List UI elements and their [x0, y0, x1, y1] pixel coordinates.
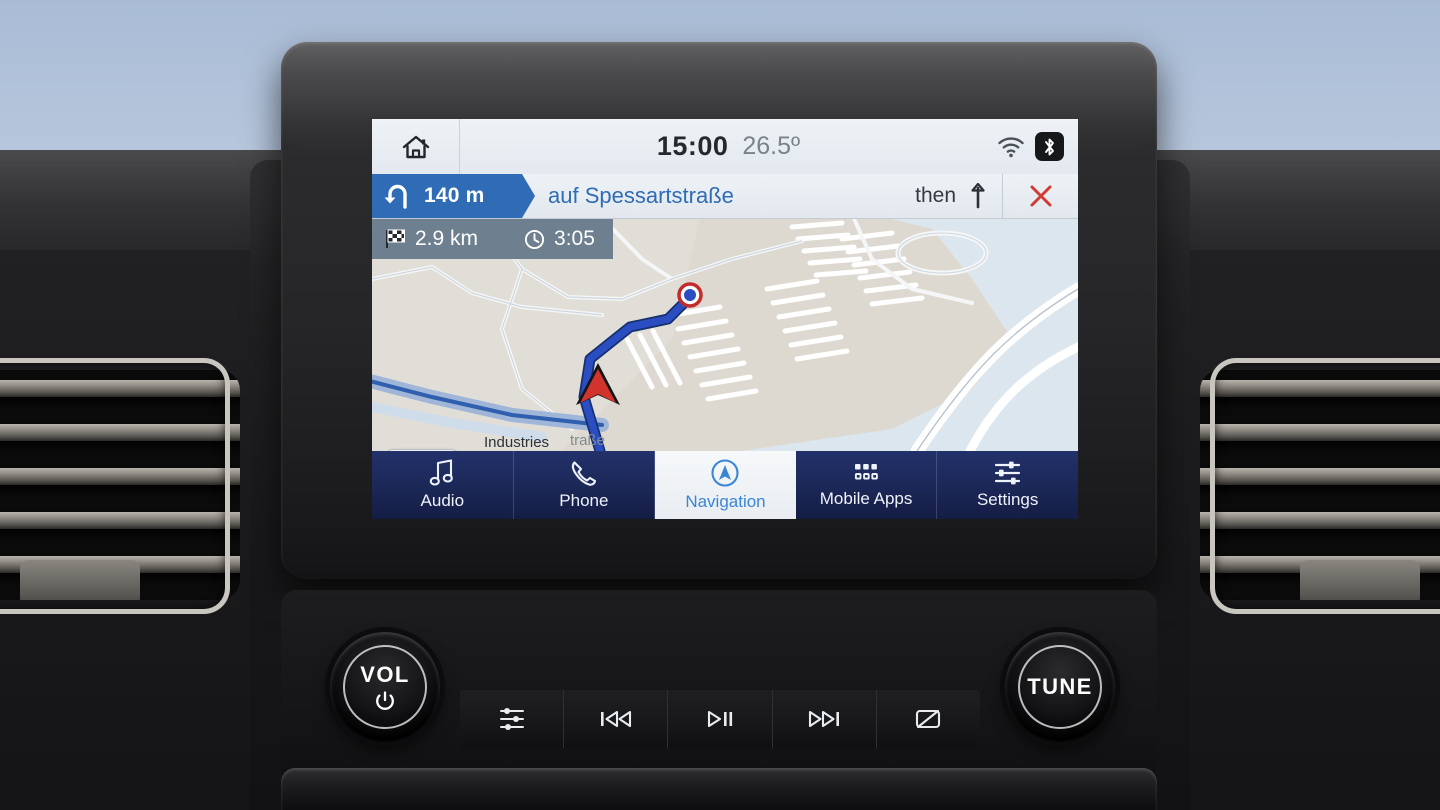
remaining-time-item: 3:05 [524, 227, 595, 251]
close-x-icon [1030, 185, 1051, 207]
previous-track-icon [600, 710, 631, 728]
remaining-distance-item: 2.9 km [384, 227, 478, 251]
music-note-icon [430, 459, 454, 486]
checkered-flag-icon [386, 229, 405, 248]
tab-mobile-apps-label: Mobile Apps [819, 489, 913, 508]
dismiss-navigation-button[interactable] [1002, 174, 1078, 218]
straight-ahead-arrow-icon [971, 183, 985, 209]
next-track-icon [809, 710, 840, 728]
sound-settings-button[interactable] [460, 690, 565, 748]
previous-track-button[interactable] [564, 690, 669, 748]
air-vent-left [0, 370, 240, 600]
status-center: 15:00 26.5º [460, 131, 997, 162]
maneuver-distance: 140 m [424, 184, 485, 207]
map-view[interactable]: Industries traße 2.9 km 3:05 [372, 219, 1078, 451]
tune-knob-label: TUNE [1027, 674, 1093, 699]
home-button[interactable] [372, 119, 460, 174]
navigation-compass-icon [711, 459, 740, 487]
volume-knob-label: VOL [360, 662, 410, 687]
maneuver-street-text: auf Spessartstraße [548, 183, 734, 208]
air-vent-right [1200, 370, 1440, 600]
play-pause-icon [707, 710, 733, 728]
temperature-text: 26.5º [742, 132, 801, 160]
tab-phone[interactable]: Phone [514, 451, 656, 519]
tab-navigation-label: Navigation [685, 492, 766, 511]
infotainment-screen[interactable]: 15:00 26.5º 140 m auf Spessartstraße the… [372, 119, 1078, 519]
then-label: then [915, 184, 956, 207]
then-preview: then [915, 174, 1002, 218]
sharp-left-turn-arrow-icon [372, 181, 424, 211]
lower-dashboard-trim [281, 768, 1157, 810]
clock-icon [524, 229, 545, 249]
remaining-distance-text: 2.9 km [415, 227, 479, 250]
app-grid-icon [855, 464, 878, 480]
car-interior-scene: 15:00 26.5º 140 m auf Spessartstraße the… [0, 0, 1440, 810]
next-track-button[interactable] [772, 690, 877, 748]
bluetooth-icon [1045, 138, 1054, 155]
eq-sliders-icon [499, 708, 524, 730]
sliders-icon [994, 461, 1020, 485]
remaining-time-text: 3:05 [554, 227, 595, 250]
bluetooth-badge [1035, 132, 1064, 161]
tab-mobile-apps[interactable]: Mobile Apps [796, 451, 938, 519]
volume-knob[interactable]: VOL [325, 627, 445, 747]
tab-phone-label: Phone [559, 491, 609, 510]
status-indicators [997, 132, 1078, 161]
svg-text:traße: traße [570, 432, 605, 449]
display-off-button[interactable] [876, 690, 980, 748]
home-icon [402, 135, 429, 158]
phone-handset-icon [571, 461, 596, 486]
eta-chip: 2.9 km 3:05 [372, 219, 613, 259]
maneuver-block: 140 m [372, 174, 535, 218]
clock-text: 15:00 [656, 131, 729, 161]
tab-audio[interactable]: Audio [372, 451, 514, 519]
hardware-button-row [460, 690, 980, 748]
tab-navigation[interactable]: Navigation [655, 451, 796, 519]
wifi-icon [998, 136, 1024, 157]
play-pause-button[interactable] [668, 690, 773, 748]
tab-settings[interactable]: Settings [937, 451, 1078, 519]
main-tab-bar: Audio Phone Navigation Mobile Apps Setti… [372, 451, 1078, 519]
status-bar: 15:00 26.5º [372, 119, 1078, 174]
tab-settings-label: Settings [976, 490, 1039, 509]
display-off-icon [916, 709, 941, 729]
tune-knob[interactable]: TUNE [1000, 627, 1120, 747]
tab-audio-label: Audio [420, 491, 465, 510]
power-icon [376, 691, 394, 710]
poi-label-text: Industries [484, 434, 549, 451]
navigation-instruction-banner: 140 m auf Spessartstraße then [372, 174, 1078, 219]
